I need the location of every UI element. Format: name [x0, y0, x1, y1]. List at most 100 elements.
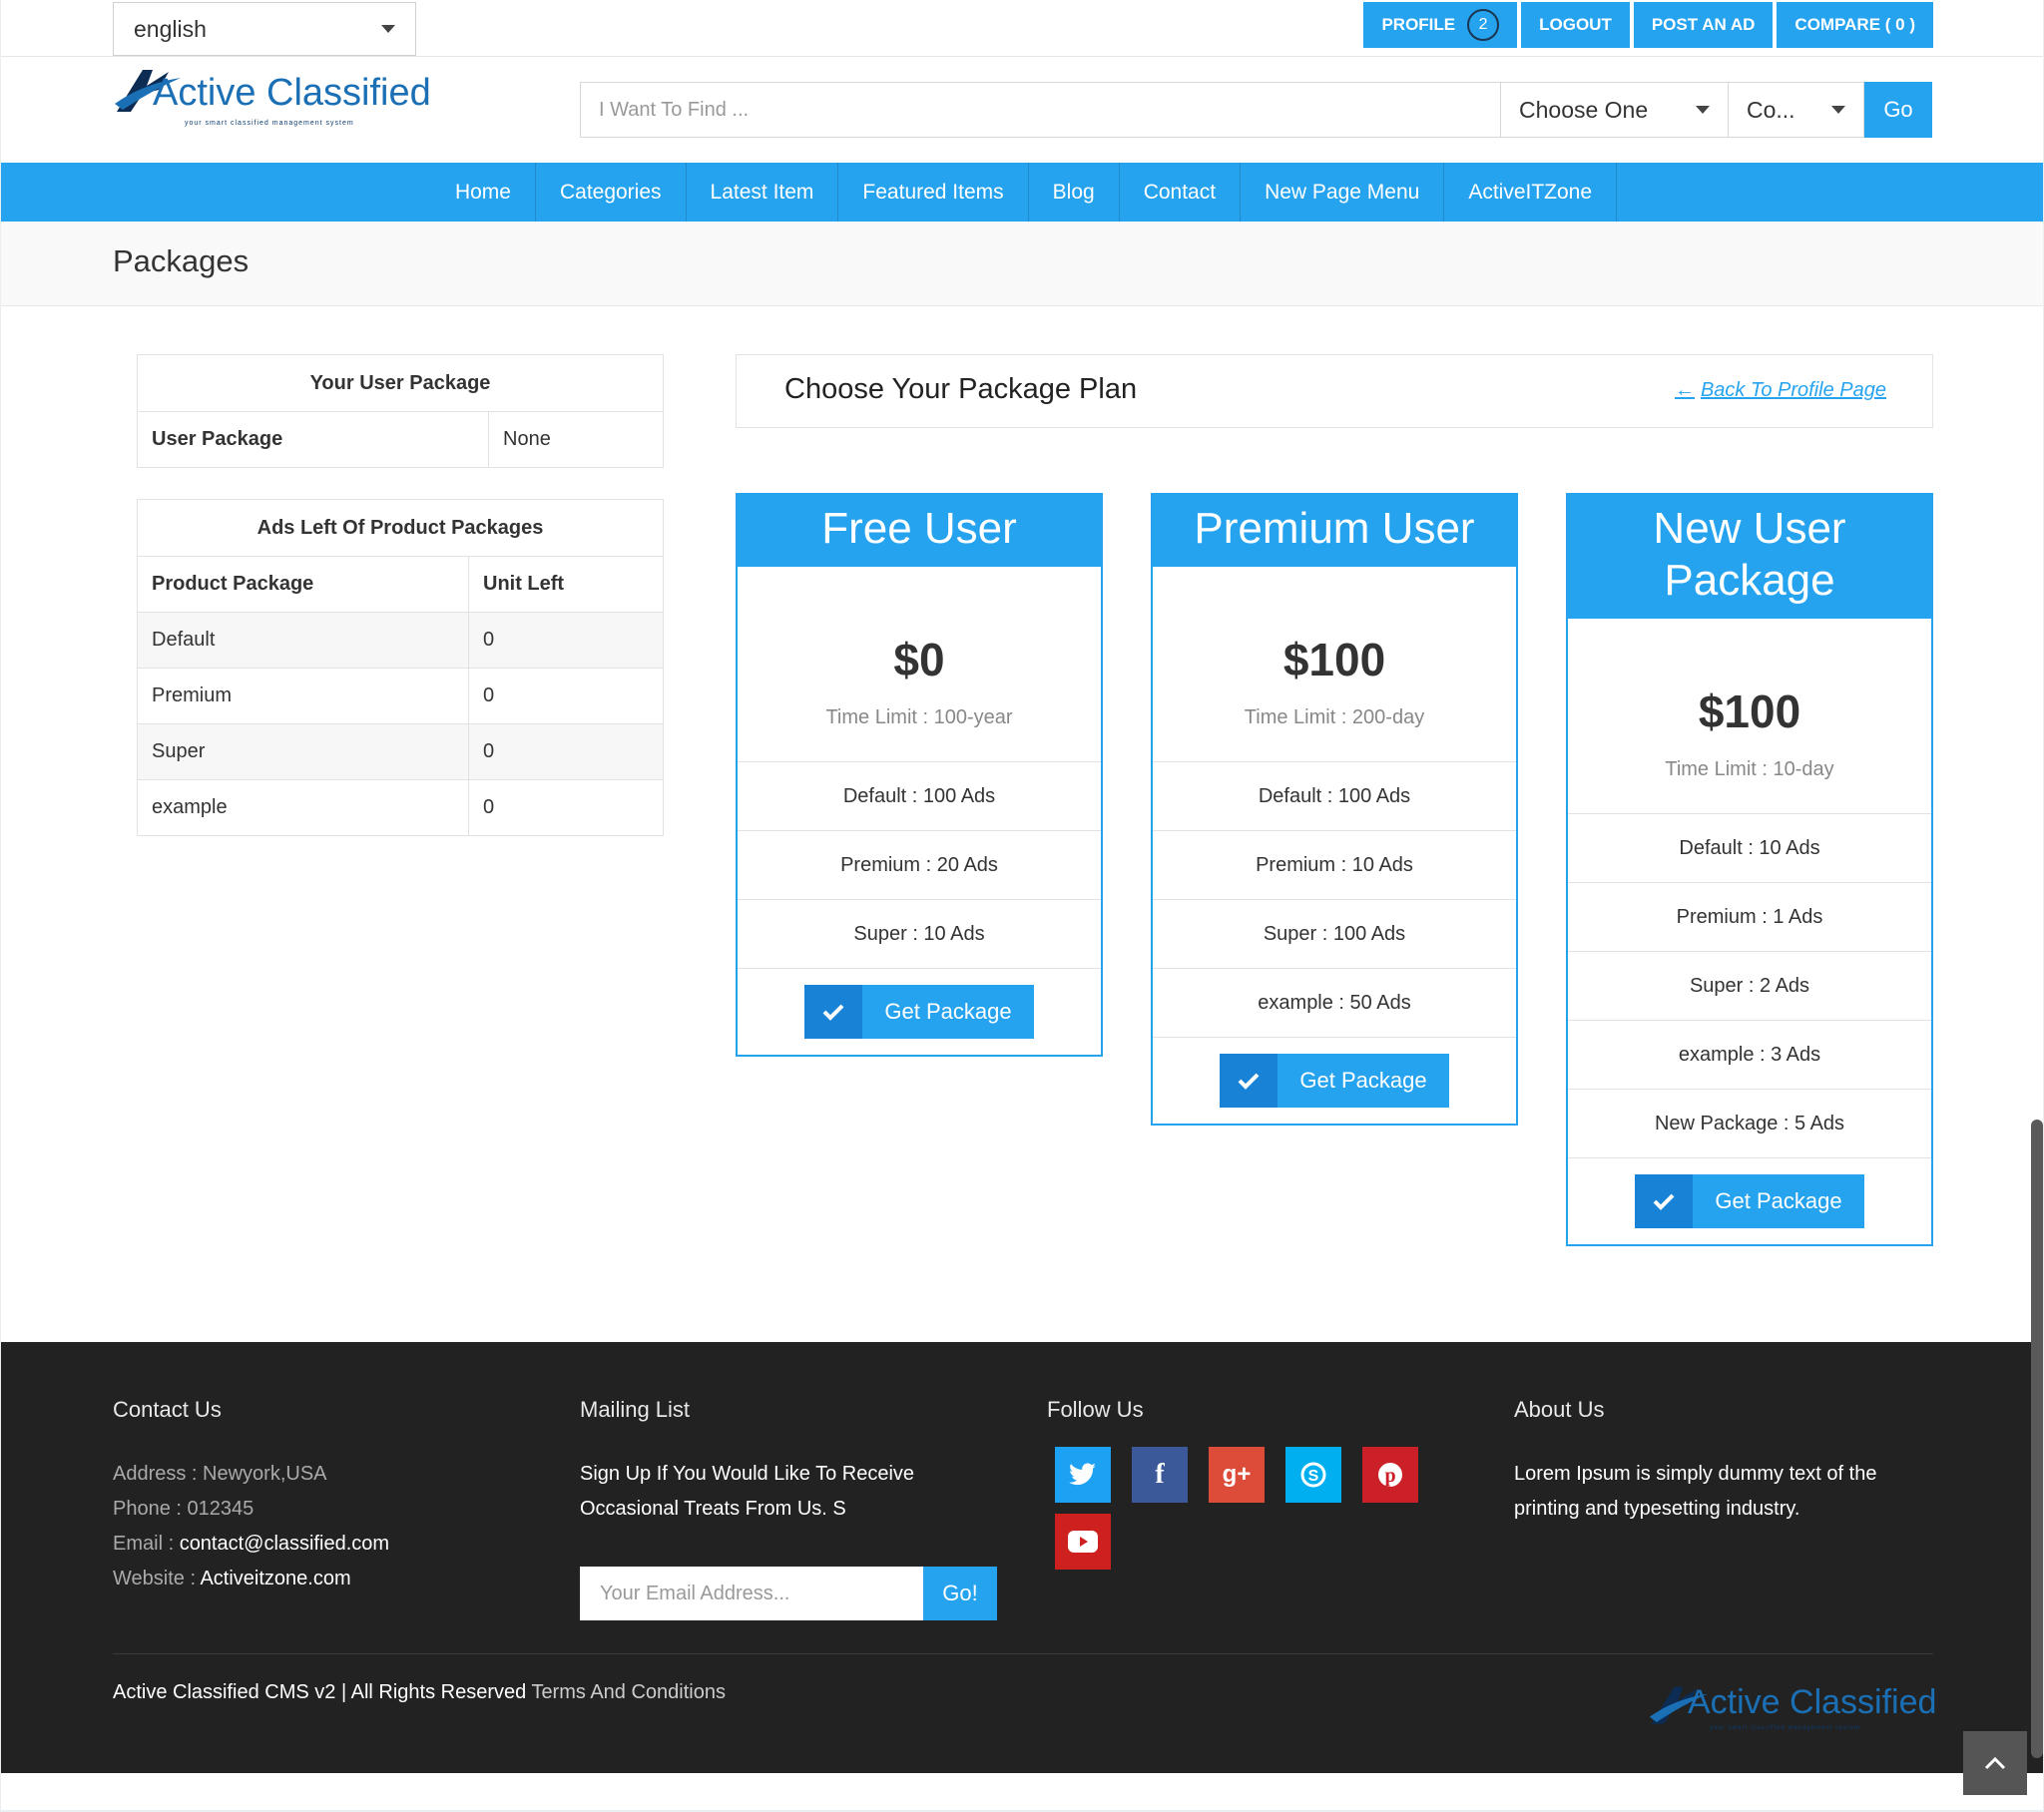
logout-button[interactable]: LOGOUT — [1521, 2, 1630, 48]
language-select[interactable]: english — [113, 2, 416, 56]
nav-item-contact[interactable]: Contact — [1120, 163, 1242, 222]
package-feature: Default : 100 Ads — [738, 762, 1101, 831]
main-nav: Home Categories Latest Item Featured Ite… — [1, 163, 2043, 222]
table-cell-name: example — [152, 796, 228, 818]
table-row: User Package None — [138, 411, 663, 467]
location-select-value: Co... — [1747, 96, 1795, 123]
package-feature: Super : 10 Ads — [738, 900, 1101, 969]
package-card-new-user-package: New User Package $100 Time Limit : 10-da… — [1566, 493, 1933, 1246]
package-time-limit: Time Limit : 100-year — [738, 690, 1101, 762]
package-card-free-user: Free User $0 Time Limit : 100-year Defau… — [736, 493, 1103, 1057]
table-header: Ads Left Of Product Packages — [256, 516, 544, 539]
package-time-limit: Time Limit : 10-day — [1568, 742, 1931, 814]
social-icons: f g+ S p — [1055, 1447, 1418, 1570]
package-feature: Premium : 20 Ads — [738, 831, 1101, 900]
package-name-line: Package — [1664, 556, 1835, 605]
pinterest-icon[interactable]: p — [1362, 1447, 1418, 1503]
package-price: $0 — [893, 634, 945, 685]
skype-icon[interactable]: S — [1285, 1447, 1341, 1503]
column-header-product-package: Product Package — [152, 573, 314, 595]
table-row: Premium 0 — [138, 668, 663, 723]
footer-divider — [113, 1653, 1933, 1654]
logo-tagline: your smart classified management system — [185, 120, 354, 127]
back-to-profile-link[interactable]: ← Back To Profile Page — [1675, 379, 1886, 402]
logo[interactable]: Active Classified your smart classified … — [113, 64, 452, 134]
search-input[interactable]: I Want To Find ... — [580, 82, 1501, 138]
package-name: Free User — [738, 495, 1101, 567]
mailing-text-line: Sign Up If You Would Like To Receive — [580, 1463, 915, 1485]
package-name-line: New User — [1653, 504, 1846, 553]
compare-button[interactable]: COMPARE ( 0 ) — [1777, 2, 1933, 48]
nav-item-featured-items[interactable]: Featured Items — [838, 163, 1029, 222]
copyright: Active Classified CMS v2 | All Rights Re… — [113, 1681, 726, 1704]
footer-heading: Follow Us — [1047, 1397, 1144, 1422]
package-feature: Default : 10 Ads — [1568, 814, 1931, 883]
footer-follow: Follow Us f g+ S p — [1047, 1397, 1418, 1570]
package-feature: example : 50 Ads — [1153, 969, 1516, 1038]
top-divider — [1, 56, 2043, 57]
twitter-icon[interactable] — [1055, 1447, 1111, 1503]
top-buttons: PROFILE 2 LOGOUT POST AN AD COMPARE ( 0 … — [1363, 2, 1933, 48]
nav-item-latest-item[interactable]: Latest Item — [687, 163, 839, 222]
youtube-icon[interactable] — [1055, 1514, 1111, 1570]
table-header-row: Your User Package — [138, 355, 663, 411]
package-footer: Get Package — [1153, 1038, 1516, 1124]
table-cell-name: Premium — [152, 684, 233, 706]
scroll-to-top-button[interactable] — [1963, 1731, 2027, 1795]
nav-item-categories[interactable]: Categories — [536, 163, 687, 222]
footer-about: About Us Lorem Ipsum is simply dummy tex… — [1514, 1397, 1876, 1527]
table-header: Your User Package — [309, 371, 491, 394]
nav-item-blog[interactable]: Blog — [1029, 163, 1120, 222]
footer-mailing: Mailing List Sign Up If You Would Like T… — [580, 1397, 997, 1620]
phone-value: 012345 — [187, 1498, 255, 1520]
chevron-up-icon — [1984, 1756, 2006, 1770]
profile-button[interactable]: PROFILE 2 — [1363, 2, 1518, 48]
package-time-limit: Time Limit : 200-day — [1153, 690, 1516, 762]
nav-item-home[interactable]: Home — [431, 163, 536, 222]
nav-item-new-page-menu[interactable]: New Page Menu — [1241, 163, 1445, 222]
copyright-text: Active Classified CMS v2 | All Rights Re… — [113, 1681, 527, 1703]
footer-heading: About Us — [1514, 1397, 1605, 1422]
package-price: $100 — [1698, 685, 1801, 737]
google-plus-icon[interactable]: g+ — [1209, 1447, 1265, 1503]
contact-phone: Phone : 012345 — [113, 1492, 389, 1527]
search-go-button[interactable]: Go — [1864, 82, 1932, 138]
website-link[interactable]: Activeitzone.com — [200, 1568, 350, 1589]
search-bar: I Want To Find ... Choose One Co... Go — [580, 82, 1932, 138]
subscribe-email-input[interactable]: Your Email Address... — [580, 1567, 923, 1620]
address-label: Address : — [113, 1463, 198, 1485]
facebook-icon[interactable]: f — [1132, 1447, 1188, 1503]
table-row: Super 0 — [138, 723, 663, 779]
plan-title: Choose Your Package Plan — [784, 373, 1138, 405]
mailing-text-line: Occasional Treats From Us. S — [580, 1498, 846, 1520]
profile-label: PROFILE — [1381, 15, 1456, 34]
ads-left-table: Ads Left Of Product Packages Product Pac… — [137, 499, 664, 836]
arrow-left-icon: ← — [1674, 379, 1695, 401]
table-cell-name: Default — [152, 629, 216, 651]
package-feature: Premium : 10 Ads — [1153, 831, 1516, 900]
subscribe-form: Your Email Address... Go! — [580, 1567, 997, 1620]
scrollbar[interactable] — [2031, 1120, 2043, 1758]
get-package-button[interactable]: Get Package — [1220, 1054, 1449, 1108]
contact-website: Website : Activeitzone.com — [113, 1562, 389, 1596]
location-select[interactable]: Co... — [1729, 82, 1864, 138]
logo-text: Active Classified — [153, 72, 431, 114]
subscribe-go-button[interactable]: Go! — [923, 1567, 997, 1620]
email-link[interactable]: contact@classified.com — [180, 1533, 389, 1555]
get-package-button[interactable]: Get Package — [804, 985, 1034, 1039]
table-cell-units: 0 — [468, 780, 663, 835]
category-select[interactable]: Choose One — [1501, 82, 1729, 138]
checkmark-icon — [804, 985, 862, 1039]
page: english PROFILE 2 LOGOUT POST AN AD COMP… — [1, 0, 2043, 1810]
website-label: Website : — [113, 1568, 196, 1589]
post-ad-button[interactable]: POST AN AD — [1633, 2, 1774, 48]
nav-item-activeitzone[interactable]: ActiveITZone — [1444, 163, 1618, 222]
terms-link[interactable]: Terms And Conditions — [531, 1681, 726, 1703]
table-cell-name: Super — [152, 740, 206, 762]
get-package-label: Get Package — [1299, 1068, 1427, 1093]
column-header-unit-left: Unit Left — [468, 557, 663, 612]
checkmark-icon — [1635, 1174, 1693, 1228]
footer-logo[interactable]: Active Classified your smart classified … — [1648, 1681, 1937, 1741]
about-text-line: Lorem Ipsum is simply dummy text of the — [1514, 1463, 1877, 1485]
get-package-button[interactable]: Get Package — [1635, 1174, 1864, 1228]
